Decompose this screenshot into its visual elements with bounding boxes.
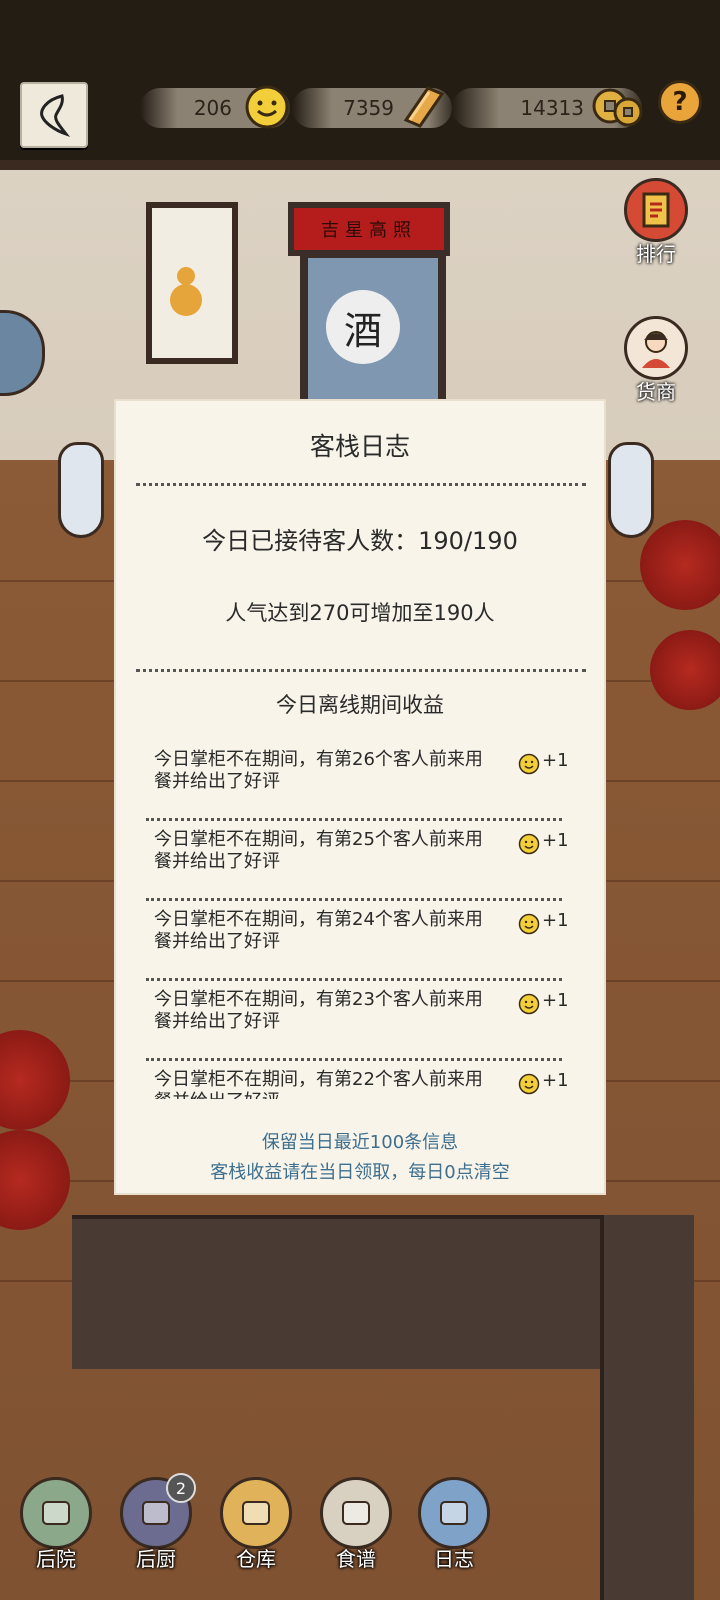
log-entry-text: 今日掌柜不在期间，有第26个客人前来用餐并给出了好评 [154,749,483,792]
log-entry: 今日掌柜不在期间，有第25个客人前来用餐并给出了好评 +1 [146,821,576,901]
log-list[interactable]: 今日掌柜不在期间，有第26个客人前来用餐并给出了好评 +1 今日掌柜不在期间，有第2… [146,741,576,1099]
reputation-value: 206 [193,96,232,120]
vase-right [608,442,654,538]
recipe-icon [320,1477,392,1549]
smiley-face-icon [518,753,540,775]
smiley-face-icon [518,1073,540,1095]
nav-label: 仓库 [236,1547,276,1571]
offline-title: 今日离线期间收益 [276,693,444,717]
served-value: 190/190 [418,527,518,555]
log-entry-reward: +1 [542,750,569,771]
side-tab[interactable] [0,310,45,396]
counter-side [600,1215,694,1600]
wine-banner: 酒 [326,290,400,364]
smiley-face-icon [518,993,540,1015]
gold-value: 7359 [343,96,394,120]
log-entry-reward: +1 [542,990,569,1011]
vase-left [58,442,104,538]
nav-label: 后院 [36,1547,76,1571]
wine-jar [650,630,720,710]
ranking-label: 排行 [636,242,676,266]
log-entry-text: 今日掌柜不在期间，有第24个客人前来用餐并给出了好评 [154,909,483,952]
nav-kitchen-button[interactable]: 后厨 2 [116,1473,196,1572]
served-count: 今日已接待客人数：190/190 [116,521,604,556]
nav-label: 日志 [434,1547,474,1571]
log-entry-text: 今日掌柜不在期间，有第23个客人前来用餐并给出了好评 [154,989,483,1032]
log-entry-reward: +1 [542,1070,569,1091]
nav-recipe-button[interactable]: 食谱 [316,1477,396,1572]
merchant-icon [624,316,688,380]
nav-label: 食谱 [336,1547,376,1571]
log-entry: 今日掌柜不在期间，有第23个客人前来用餐并给出了好评 +1 [146,981,576,1061]
nav-warehouse-button[interactable]: 仓库 [216,1477,296,1572]
ranking-icon [624,178,688,242]
back-button[interactable] [20,82,88,148]
log-entry-reward: +1 [542,910,569,931]
notification-badge: 2 [166,1473,196,1503]
backyard-icon [20,1477,92,1549]
help-button[interactable]: ? [658,80,702,124]
nav-log-book-button[interactable]: 日志 [414,1477,494,1572]
smiley-face-icon [245,85,289,129]
smiley-face-icon [518,833,540,855]
wine-jar [0,1130,70,1230]
counter-table [72,1215,612,1369]
copper-coins-icon [592,88,643,127]
log-entry: 今日掌柜不在期间，有第24个客人前来用餐并给出了好评 +1 [146,901,576,981]
wine-jar [0,1030,70,1130]
dialog-title: 客栈日志 [309,432,410,461]
served-label: 今日已接待客人数： [202,527,419,555]
nav-label: 后厨 [136,1547,176,1571]
help-icon: ? [672,87,688,117]
log-entry-text: 今日掌柜不在期间，有第22个客人前来用餐并给出了好评 [154,1069,483,1099]
coins-value: 14313 [520,96,584,120]
back-arrow-icon [40,94,71,137]
log-entry-text: 今日掌柜不在期间，有第25个客人前来用餐并给出了好评 [154,829,483,872]
divider [136,669,586,672]
log-entry: 今日掌柜不在期间，有第22个客人前来用餐并给出了好评 +1 [146,1061,576,1099]
log-entry-reward: +1 [542,830,569,851]
divider [136,483,586,486]
popularity-text: 人气达到270可增加至190人 [225,601,495,625]
note-keep: 保留当日最近100条信息 [261,1132,459,1153]
warehouse-icon [220,1477,292,1549]
wine-jar [640,520,720,610]
ranking-button[interactable]: 排行 [624,178,688,267]
top-bar: 206 7359 14313 ? [0,0,720,160]
nav-backyard-button[interactable]: 后院 [16,1477,96,1572]
merchant-button[interactable]: 货商 [624,316,688,405]
door-sign: 吉星高照 [288,202,450,256]
log-entry: 今日掌柜不在期间，有第26个客人前来用餐并给出了好评 +1 [146,741,576,821]
gold-ingot-icon [403,86,445,128]
merchant-label: 货商 [636,380,676,404]
inn-log-dialog: 客栈日志 今日已接待客人数：190/190 人气达到270可增加至190人 今日… [114,399,606,1195]
gourd-icon [170,267,202,316]
note-claim: 客栈收益请在当日领取，每日0点清空 [210,1162,510,1183]
log-book-icon [418,1477,490,1549]
smiley-face-icon [518,913,540,935]
